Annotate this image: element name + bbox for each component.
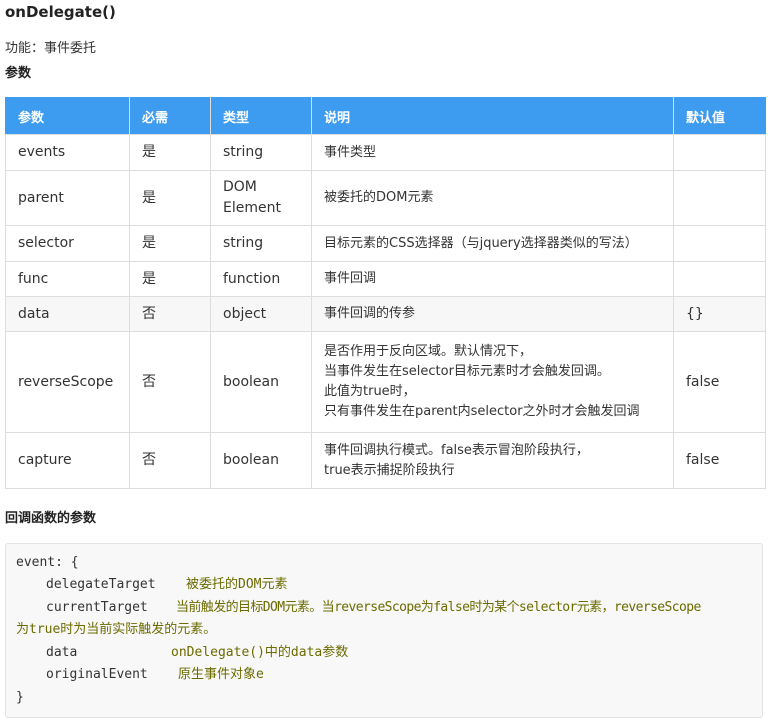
param-description-line: 是否作用于反向区域。默认情况下， (324, 344, 533, 359)
code-comment: 为true时为当前实际触发的元素。 (16, 622, 217, 637)
code-key: data (46, 645, 78, 660)
param-name: reverseScope (5, 331, 130, 433)
table-row: selector 是 string 目标元素的CSS选择器（与jquery选择器… (5, 225, 766, 262)
param-name: func (5, 261, 130, 297)
param-type: object (210, 296, 312, 332)
param-description: 事件回调 (311, 261, 674, 297)
param-default: false (673, 432, 766, 489)
param-description-line: 目标元素的CSS选择器（与jquery选择器类似的写法） (324, 235, 638, 251)
code-line-close: } (16, 690, 24, 705)
param-description-line: 被委托的DOM元素 (324, 190, 434, 205)
table-row: events 是 string 事件类型 (5, 134, 766, 171)
callback-section-title: 回调函数的参数 (5, 511, 97, 526)
code-line-open: event: { (16, 555, 79, 570)
function-description: 功能：事件委托 (5, 41, 97, 56)
table-header-row: 参数 必需 类型 说明 默认值 (5, 97, 766, 135)
param-description: 是否作用于反向区域。默认情况下， 当事件发生在selector目标元素时才会触发… (311, 331, 674, 433)
param-type: boolean (210, 331, 312, 433)
code-comment: 当前触发的目标DOM元素。当reverseScope为false时为某个sele… (176, 600, 701, 615)
code-line: originalEvent 原生事件对象e (46, 664, 264, 686)
doc-page: onDelegate() 功能：事件委托 参数 参数 必需 类型 说明 默认值 … (0, 0, 779, 727)
param-description-line: 此值为true时， (324, 384, 416, 399)
header-default: 默认值 (673, 97, 766, 135)
param-required: 否 (129, 331, 211, 433)
page-title: onDelegate() (5, 3, 116, 21)
param-default: false (673, 331, 766, 433)
param-default: {} (673, 296, 766, 332)
header-required: 必需 (129, 97, 211, 135)
param-type: DOM Element (210, 170, 312, 226)
code-line: delegateTarget 被委托的DOM元素 (46, 574, 287, 596)
param-default (673, 225, 766, 262)
param-required: 否 (129, 296, 211, 332)
code-comment: onDelegate()中的data参数 (171, 645, 349, 660)
code-key: currentTarget (46, 600, 148, 615)
table-row: data 否 object 事件回调的传参 {} (5, 296, 766, 332)
param-description-line: 事件类型 (324, 144, 377, 160)
header-param: 参数 (5, 97, 130, 135)
param-description-line: true表示捕捉阶段执行 (324, 462, 455, 478)
code-line: currentTarget 当前触发的目标DOM元素。当reverseScope为… (46, 597, 701, 619)
param-name: selector (5, 225, 130, 262)
param-description: 事件类型 (311, 134, 674, 171)
table-row: reverseScope 否 boolean 是否作用于反向区域。默认情况下， … (5, 331, 766, 433)
param-type: boolean (210, 432, 312, 489)
param-name: parent (5, 170, 130, 226)
param-required: 是 (129, 134, 211, 171)
param-default (673, 170, 766, 226)
param-name: capture (5, 432, 130, 489)
param-default (673, 261, 766, 297)
table-row: capture 否 boolean 事件回调执行模式。false表示冒泡阶段执行… (5, 432, 766, 489)
header-description: 说明 (311, 97, 674, 135)
param-name: data (5, 296, 130, 332)
param-required: 是 (129, 261, 211, 297)
param-type: string (210, 225, 312, 262)
code-key: delegateTarget (46, 577, 156, 592)
table-row: parent 是 DOM Element 被委托的DOM元素 (5, 170, 766, 226)
param-required: 否 (129, 432, 211, 489)
param-type: function (210, 261, 312, 297)
code-comment: 原生事件对象e (178, 667, 264, 682)
param-default (673, 134, 766, 171)
params-table: 参数 必需 类型 说明 默认值 events 是 string 事件类型 par… (5, 97, 766, 489)
param-type: string (210, 134, 312, 171)
param-required: 是 (129, 225, 211, 262)
param-description: 事件回调的传参 (311, 296, 674, 332)
param-description-line: 事件回调执行模式。false表示冒泡阶段执行， (324, 442, 589, 458)
params-section-title: 参数 (5, 66, 32, 81)
code-comment: 被委托的DOM元素 (186, 577, 288, 592)
param-description: 目标元素的CSS选择器（与jquery选择器类似的写法） (311, 225, 674, 262)
param-description-line: 当事件发生在selector目标元素时才会触发回调。 (324, 364, 610, 379)
param-description-line: 事件回调的传参 (324, 306, 416, 321)
header-type: 类型 (210, 97, 312, 135)
code-key: originalEvent (46, 667, 148, 682)
param-name: events (5, 134, 130, 171)
param-required: 是 (129, 170, 211, 226)
param-description: 被委托的DOM元素 (311, 170, 674, 226)
param-description-line: 只有事件发生在parent内selector之外时才会触发回调 (324, 404, 640, 419)
code-line: 为true时为当前实际触发的元素。 (16, 619, 216, 641)
code-line: data onDelegate()中的data参数 (46, 642, 348, 664)
param-description-line: 事件回调 (324, 271, 377, 286)
code-block: event: { delegateTarget 被委托的DOM元素 current… (5, 543, 763, 718)
table-row: func 是 function 事件回调 (5, 261, 766, 297)
param-description: 事件回调执行模式。false表示冒泡阶段执行， true表示捕捉阶段执行 (311, 432, 674, 489)
